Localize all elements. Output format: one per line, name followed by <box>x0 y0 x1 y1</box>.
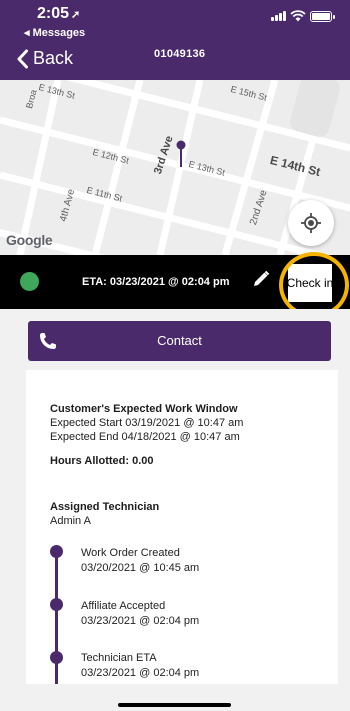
pointer-marker <box>0 24 10 44</box>
back-button[interactable]: Back <box>16 48 73 69</box>
header-bar: 2:05 ➚ ◂ Messages Back 01049136 <box>0 0 350 80</box>
status-time: 2:05 ➚ <box>37 5 81 22</box>
expected-start: Expected Start 03/19/2021 @ 10:47 am <box>50 417 244 429</box>
crosshair-icon <box>301 213 321 233</box>
status-icons <box>271 10 335 22</box>
hours-allotted: Hours Allotted: 0.00 <box>50 454 154 468</box>
expected-end: Expected End 04/18/2021 @ 10:47 am <box>50 431 240 443</box>
timeline-item-time: 03/20/2021 @ 10:45 am <box>81 562 200 574</box>
work-order-number: 01049136 <box>154 48 206 60</box>
timeline-item-time: 03/23/2021 @ 02:04 pm <box>81 615 200 627</box>
technician-name: Admin A <box>50 515 91 527</box>
work-window-title: Customer's Expected Work Window <box>50 403 238 415</box>
timeline-line <box>55 553 58 688</box>
timeline-item-time: 03/23/2021 @ 02:04 pm <box>81 667 200 679</box>
my-location-button[interactable] <box>288 200 334 246</box>
timeline-item-title: Technician ETA <box>81 652 157 664</box>
work-window-section: Customer's Expected Work Window Expected… <box>50 402 243 444</box>
edit-pencil-icon[interactable] <box>252 270 270 288</box>
status-indicator <box>20 272 39 291</box>
map-pin-icon[interactable] <box>176 140 186 168</box>
back-label: Back <box>33 48 74 68</box>
battery-icon <box>310 10 335 22</box>
google-logo: Google <box>6 232 53 248</box>
chevron-left-icon <box>17 49 28 68</box>
eta-text: ETA: 03/23/2021 @ 02:04 pm <box>82 276 230 288</box>
location-arrow-icon: ➚ <box>71 9 81 21</box>
return-to-messages[interactable]: ◂ Messages <box>24 26 85 39</box>
technician-section: Assigned Technician Admin A <box>50 500 159 528</box>
timeline-item: Affiliate Accepted 03/23/2021 @ 02:04 pm <box>81 599 199 629</box>
timeline-item-title: Affiliate Accepted <box>81 600 166 612</box>
signal-icon <box>271 11 286 21</box>
timeline-dot <box>50 651 63 664</box>
technician-title: Assigned Technician <box>50 501 160 513</box>
contact-label: Contact <box>157 333 202 348</box>
timeline-item-title: Work Order Created <box>81 547 180 559</box>
timeline-item: Technician ETA 03/23/2021 @ 02:04 pm <box>81 651 199 681</box>
timeline-dot <box>50 545 63 558</box>
hours-allotted-text: Hours Allotted: 0.00 <box>50 455 154 467</box>
wifi-icon <box>290 10 306 22</box>
timeline-item: Work Order Created 03/20/2021 @ 10:45 am <box>81 546 199 576</box>
contact-button[interactable]: Contact <box>28 321 331 361</box>
home-indicator[interactable] <box>118 703 231 707</box>
timeline-dot <box>50 598 63 611</box>
